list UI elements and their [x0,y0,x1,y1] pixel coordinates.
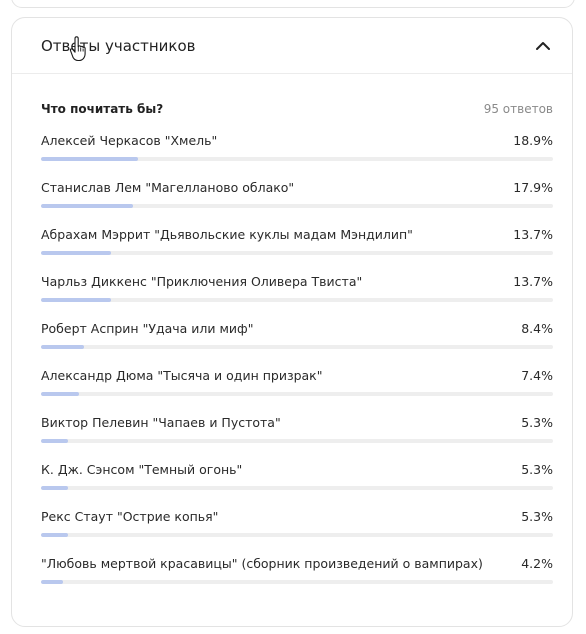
poll-option-percent: 4.2% [521,556,553,571]
poll-option: Александр Дюма "Тысяча и один призрак" 7.… [41,368,553,415]
poll-option-percent: 7.4% [521,368,553,383]
poll-option-bar [41,345,553,349]
poll-option-line: Рекс Стаут "Острие копья" 5.3% [41,509,553,524]
poll-option-bar [41,298,553,302]
previous-card-edge [11,0,575,8]
poll-option-percent: 13.7% [513,227,553,242]
poll-option-label: Александр Дюма "Тысяча и один призрак" [41,368,323,383]
poll-option: Роберт Асприн "Удача или миф" 8.4% [41,321,553,368]
question-row: Что почитать бы? 95 ответов [41,102,553,116]
poll-option-bar-fill [41,204,133,208]
poll-option-label: Абрахам Мэррит "Дьявольские куклы мадам … [41,227,413,242]
poll-option: Рекс Стаут "Острие копья" 5.3% [41,509,553,556]
poll-option-bar-fill [41,298,112,302]
poll-option-line: Абрахам Мэррит "Дьявольские куклы мадам … [41,227,553,242]
poll-total-responses: 95 ответов [483,102,553,116]
poll-option-line: "Любовь мертвой красавицы" (сборник прои… [41,556,553,571]
poll-option-bar [41,157,553,161]
poll-option-bar-fill [41,486,69,490]
poll-option-label: К. Дж. Сэнсом "Темный огонь" [41,462,243,477]
poll-option-bar-fill [41,580,63,584]
poll-option-bar [41,486,553,490]
poll-option-percent: 5.3% [521,462,553,477]
poll-option-bar [41,439,553,443]
poll-option-label: Рекс Стаут "Острие копья" [41,509,219,524]
poll-option-bar [41,204,553,208]
poll-options-list: Алексей Черкасов "Хмель" 18.9% Станислав Л… [41,133,553,603]
chevron-up-icon[interactable] [532,35,554,57]
answers-panel: Ответы участников Что почитать бы? 95 от… [11,17,573,627]
poll-option: "Любовь мертвой красавицы" (сборник прои… [41,556,553,603]
poll-option-line: Александр Дюма "Тысяча и один призрак" 7.… [41,368,553,383]
poll-option-bar [41,580,553,584]
poll-option-bar [41,392,553,396]
poll-option-label: Виктор Пелевин "Чапаев и Пустота" [41,415,281,430]
poll-option-label: Чарльз Диккенс "Приключения Оливера Твис… [41,274,363,289]
poll-option-bar-fill [41,345,84,349]
poll-option-bar-fill [41,533,69,537]
poll-option-label: Станислав Лем "Магелланово облако" [41,180,295,195]
poll-option-bar [41,533,553,537]
panel-header[interactable]: Ответы участников [12,18,572,74]
poll-option: Абрахам Мэррит "Дьявольские куклы мадам … [41,227,553,274]
poll-option-label: Алексей Черкасов "Хмель" [41,133,218,148]
poll-option-label: "Любовь мертвой красавицы" (сборник прои… [41,556,483,571]
poll-option: Станислав Лем "Магелланово облако" 17.9% [41,180,553,227]
poll-option-line: Алексей Черкасов "Хмель" 18.9% [41,133,553,148]
poll-option-percent: 5.3% [521,509,553,524]
poll-option-percent: 13.7% [513,274,553,289]
poll-option-percent: 8.4% [521,321,553,336]
poll-option-line: Станислав Лем "Магелланово облако" 17.9% [41,180,553,195]
poll-option-percent: 18.9% [513,133,553,148]
hand-cursor-icon [69,36,86,62]
poll-option-bar-fill [41,392,79,396]
poll-option-bar [41,251,553,255]
panel-title: Ответы участников [41,36,196,55]
poll-option: Виктор Пелевин "Чапаев и Пустота" 5.3% [41,415,553,462]
poll-question: Что почитать бы? [41,102,164,116]
poll-option-line: Чарльз Диккенс "Приключения Оливера Твис… [41,274,553,289]
poll-option-line: Виктор Пелевин "Чапаев и Пустота" 5.3% [41,415,553,430]
poll-option-percent: 17.9% [513,180,553,195]
poll-option: К. Дж. Сэнсом "Темный огонь" 5.3% [41,462,553,509]
poll-option-line: К. Дж. Сэнсом "Темный огонь" 5.3% [41,462,553,477]
poll-option: Алексей Черкасов "Хмель" 18.9% [41,133,553,180]
poll-option-percent: 5.3% [521,415,553,430]
poll-option: Чарльз Диккенс "Приключения Оливера Твис… [41,274,553,321]
poll-option-bar-fill [41,251,112,255]
poll-option-bar-fill [41,439,69,443]
poll-option-bar-fill [41,157,138,161]
poll-option-line: Роберт Асприн "Удача или миф" 8.4% [41,321,553,336]
poll-option-label: Роберт Асприн "Удача или миф" [41,321,254,336]
